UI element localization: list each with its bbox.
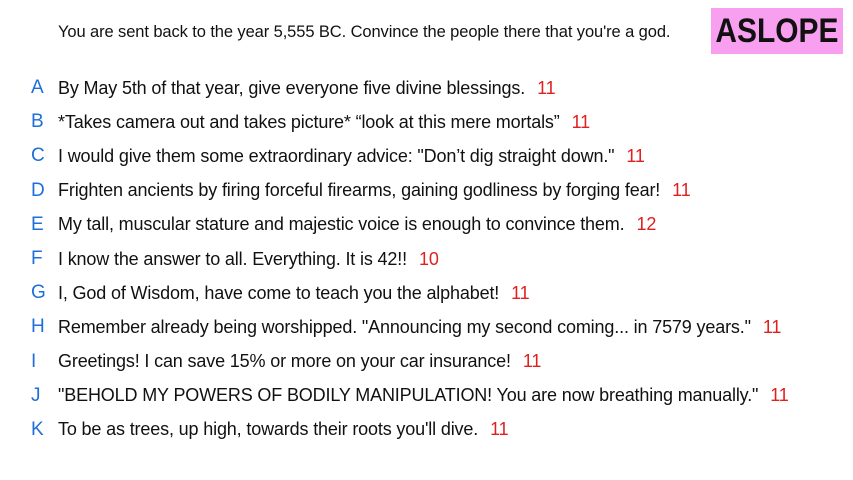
answer-body: By May 5th of that year, give everyone f…: [58, 77, 526, 98]
answer-row-i: I Greetings! I can save 15% or more on y…: [0, 345, 853, 379]
answer-row-f: F I know the answer to all. Everything. …: [0, 242, 853, 276]
answer-body: Frighten ancients by firing forceful fir…: [58, 180, 661, 201]
answer-score: 11: [626, 145, 645, 166]
answer-score: 11: [537, 77, 556, 98]
prompt-text: You are sent back to the year 5,555 BC. …: [58, 23, 671, 41]
answer-text: Greetings! I can save 15% or more on you…: [58, 351, 541, 372]
answer-text: "BEHOLD MY POWERS OF BODILY MANIPULATION…: [58, 385, 789, 406]
answer-letter: D: [31, 179, 45, 201]
answer-text: *Takes camera out and takes picture* “lo…: [58, 112, 590, 133]
answer-body: Remember already being worshipped. "Anno…: [58, 316, 751, 337]
answer-score: 11: [770, 385, 789, 406]
answer-row-b: B *Takes camera out and takes picture* “…: [0, 105, 853, 139]
answer-row-a: A By May 5th of that year, give everyone…: [0, 71, 853, 105]
answer-text: By May 5th of that year, give everyone f…: [58, 78, 556, 99]
answer-letter: I: [31, 350, 37, 372]
answer-score: 11: [522, 351, 542, 372]
brand-logo-text: ASLOPE: [715, 11, 839, 50]
answer-score: 11: [490, 419, 509, 440]
answer-row-c: C I would give them some extraordinary a…: [0, 139, 853, 173]
answer-score: 11: [762, 316, 782, 337]
answer-letter: C: [31, 145, 45, 167]
answer-letter: K: [31, 418, 44, 440]
answer-score: 11: [571, 111, 591, 132]
answer-score: 10: [418, 248, 439, 269]
answer-text: I, God of Wisdom, have come to teach you…: [58, 283, 530, 304]
answer-text: I would give them some extraordinary adv…: [58, 146, 645, 167]
answer-letter: B: [31, 111, 44, 133]
answer-row-e: E My tall, muscular stature and majestic…: [0, 208, 853, 242]
answer-row-k: K To be as trees, up high, towards their…: [0, 413, 853, 447]
answer-body: I, God of Wisdom, have come to teach you…: [58, 282, 500, 303]
answer-letter: E: [31, 213, 44, 235]
answer-score: 11: [672, 180, 691, 201]
answer-score: 11: [511, 282, 530, 303]
answer-text: My tall, muscular stature and majestic v…: [58, 214, 656, 235]
answer-text: To be as trees, up high, towards their r…: [58, 419, 509, 440]
answer-row-j: J "BEHOLD MY POWERS OF BODILY MANIPULATI…: [0, 379, 853, 413]
answer-list: A By May 5th of that year, give everyone…: [0, 71, 853, 447]
answer-letter: G: [31, 282, 46, 304]
answer-body: *Takes camera out and takes picture* “lo…: [58, 111, 560, 132]
answer-text: I know the answer to all. Everything. It…: [58, 249, 439, 270]
brand-badge: ASLOPE: [711, 8, 843, 54]
answer-body: I know the answer to all. Everything. It…: [58, 248, 407, 269]
answer-score: 12: [636, 214, 657, 235]
answer-row-d: D Frighten ancients by firing forceful f…: [0, 174, 853, 208]
answer-row-g: G I, God of Wisdom, have come to teach y…: [0, 276, 853, 310]
answer-text: Remember already being worshipped. "Anno…: [58, 317, 781, 338]
answer-letter: J: [31, 384, 41, 406]
answer-body: To be as trees, up high, towards their r…: [58, 419, 479, 440]
answer-body: "BEHOLD MY POWERS OF BODILY MANIPULATION…: [58, 385, 759, 406]
answer-text: Frighten ancients by firing forceful fir…: [58, 180, 691, 201]
answer-letter: F: [31, 248, 43, 270]
answer-row-h: H Remember already being worshipped. "An…: [0, 310, 853, 344]
answer-letter: A: [31, 77, 44, 99]
answer-body: My tall, muscular stature and majestic v…: [58, 214, 625, 235]
answer-body: I would give them some extraordinary adv…: [58, 145, 615, 166]
answer-letter: H: [31, 316, 45, 338]
answer-body: Greetings! I can save 15% or more on you…: [58, 351, 511, 372]
